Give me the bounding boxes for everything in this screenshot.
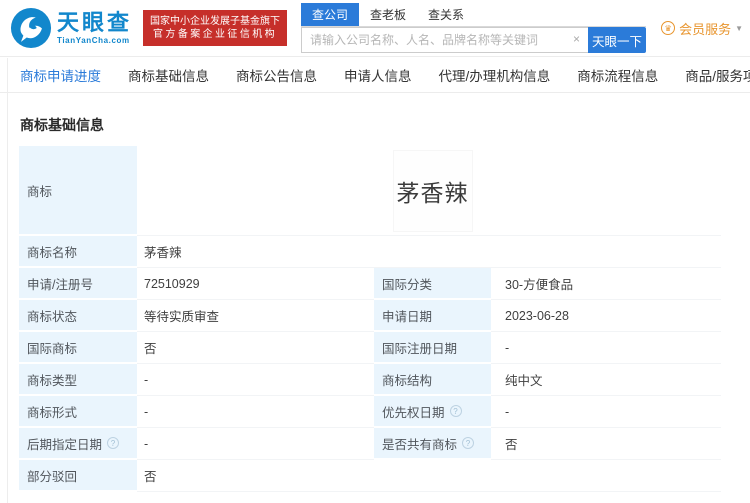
row-label-priority-date: 优先权日期 ? <box>374 396 491 428</box>
vip-service-link[interactable]: ♛ 会员服务 ▼ <box>661 19 743 38</box>
row-label-shared-trademark: 是否共有商标 ? <box>374 428 491 460</box>
banner-line1: 国家中小企业发展子基金旗下 <box>150 16 281 27</box>
chevron-down-icon: ▼ <box>735 23 743 33</box>
priority-date-label: 优先权日期 <box>382 405 445 420</box>
tab-trademark-progress[interactable]: 商标申请进度 <box>20 65 101 85</box>
tianyancha-logo-icon <box>10 7 52 49</box>
value-international-reg-date: - <box>491 332 721 364</box>
search-button[interactable]: 天眼一下 <box>588 27 647 53</box>
value-later-designation-date: - <box>137 428 374 460</box>
row-label-partial-rejection: 部分驳回 <box>19 460 137 492</box>
row-label-international-reg-date: 国际注册日期 <box>374 332 491 364</box>
main-content: 商标基础信息 商标 茅香辣 商标名称 茅香辣 申请/注册号 72510929 国… <box>0 115 750 492</box>
value-priority-date: - <box>491 396 721 428</box>
value-registration-number: 72510929 <box>137 268 374 300</box>
logo-subtitle: TianYanCha.com <box>57 35 130 45</box>
vip-crown-icon: ♛ <box>661 21 676 35</box>
value-international-class: 30-方便食品 <box>491 268 721 300</box>
row-label-international-trademark: 国际商标 <box>19 332 137 364</box>
help-icon[interactable]: ? <box>462 437 475 449</box>
trademark-image-cell: 茅香辣 <box>137 146 721 236</box>
row-label-trademark: 商标 <box>19 146 137 236</box>
tab-trademark-announcement[interactable]: 商标公告信息 <box>236 65 317 85</box>
value-trademark-type: - <box>137 364 374 396</box>
value-partial-rejection: 否 <box>137 460 721 492</box>
search-input[interactable] <box>301 27 589 53</box>
row-label-trademark-name: 商标名称 <box>19 236 137 268</box>
certification-banner: 国家中小企业发展子基金旗下 官方备案企业征信机构 <box>143 10 288 46</box>
clear-icon[interactable]: × <box>573 33 580 45</box>
row-label-trademark-structure: 商标结构 <box>374 364 491 396</box>
tianyancha-logo[interactable]: 天眼查 TianYanCha.com <box>10 7 132 49</box>
row-label-trademark-type: 商标类型 <box>19 364 137 396</box>
trademark-image[interactable]: 茅香辣 <box>393 150 472 231</box>
detail-nav-tabs: 商标申请进度 商标基础信息 商标公告信息 申请人信息 代理/办理机构信息 商标流… <box>0 57 750 93</box>
row-label-trademark-status: 商标状态 <box>19 300 137 332</box>
tab-agency-info[interactable]: 代理/办理机构信息 <box>439 65 551 85</box>
value-trademark-status: 等待实质审查 <box>137 300 374 332</box>
help-icon[interactable]: ? <box>449 405 462 417</box>
shared-trademark-label: 是否共有商标 <box>382 437 458 452</box>
help-icon[interactable]: ? <box>107 437 120 449</box>
tab-trademark-process[interactable]: 商标流程信息 <box>577 65 658 85</box>
value-shared-trademark: 否 <box>491 428 721 460</box>
search-tab-boss[interactable]: 查老板 <box>359 3 417 26</box>
value-application-date: 2023-06-28 <box>491 300 721 332</box>
banner-line2: 官方备案企业征信机构 <box>153 29 278 40</box>
tab-goods-services[interactable]: 商品/服务项目 <box>685 65 750 85</box>
tab-applicant-info[interactable]: 申请人信息 <box>344 65 412 85</box>
row-label-trademark-form: 商标形式 <box>19 396 137 428</box>
later-designation-label: 后期指定日期 <box>27 437 103 452</box>
search-module: 查公司 查老板 查关系 × 天眼一下 <box>301 3 647 53</box>
trademark-info-table: 商标 茅香辣 商标名称 茅香辣 申请/注册号 72510929 国际分类 30-… <box>19 146 721 492</box>
row-label-later-designation-date: 后期指定日期 ? <box>19 428 137 460</box>
row-label-application-date: 申请日期 <box>374 300 491 332</box>
search-tabs: 查公司 查老板 查关系 <box>301 3 647 27</box>
page-title: 商标基础信息 <box>20 117 104 133</box>
value-trademark-form: - <box>137 396 374 428</box>
search-tab-company[interactable]: 查公司 <box>301 3 360 26</box>
vip-label: 会员服务 <box>679 21 732 37</box>
value-trademark-name: 茅香辣 <box>137 236 721 268</box>
logo-title: 天眼查 <box>57 9 133 35</box>
top-header: 天眼查 TianYanCha.com 国家中小企业发展子基金旗下 官方备案企业征… <box>0 0 750 57</box>
left-divider <box>7 58 8 503</box>
tab-trademark-basic-info[interactable]: 商标基础信息 <box>128 65 209 85</box>
row-label-international-class: 国际分类 <box>374 268 491 300</box>
row-label-registration-number: 申请/注册号 <box>19 268 137 300</box>
search-tab-relation[interactable]: 查关系 <box>417 3 475 26</box>
value-international-trademark: 否 <box>137 332 374 364</box>
value-trademark-structure: 纯中文 <box>491 364 721 396</box>
